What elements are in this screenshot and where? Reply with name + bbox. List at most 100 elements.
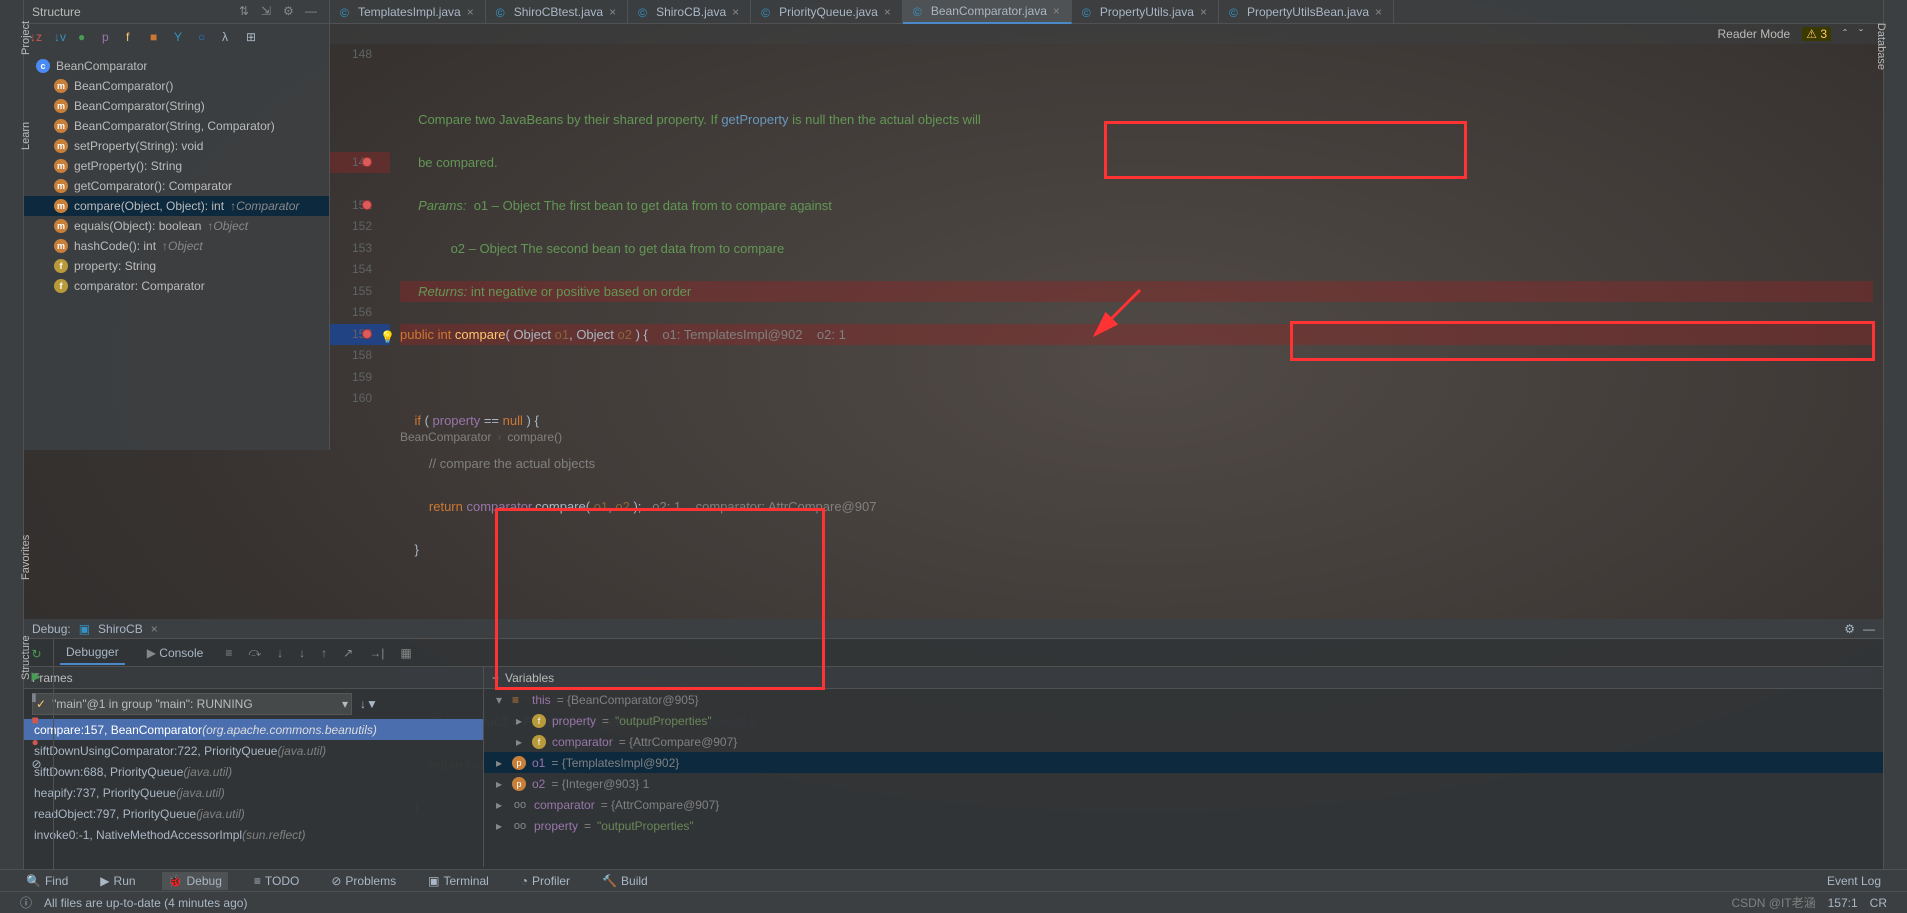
expand-icon[interactable]: ▸	[516, 735, 526, 749]
sidebar-tab-structure[interactable]: Structure	[20, 635, 32, 680]
chevron-down-icon[interactable]: ˇ	[1859, 27, 1863, 41]
autoscroll-icon[interactable]: ⊞	[246, 30, 262, 46]
sort-icon[interactable]: ↓z	[30, 30, 46, 46]
debug-tab[interactable]: 🐞 Debug	[162, 872, 228, 890]
close-icon[interactable]: ×	[467, 5, 475, 19]
structure-item[interactable]: BeanComparator(String)	[24, 96, 329, 116]
structure-item[interactable]: getProperty(): String	[24, 156, 329, 176]
sidebar-tab-database[interactable]: Database	[1875, 23, 1887, 70]
force-step-into-icon[interactable]: ↓	[299, 646, 305, 660]
resume-icon[interactable]: ▶	[32, 669, 46, 683]
expand-icon[interactable]: ▸	[496, 819, 506, 833]
structure-item[interactable]: equals(Object): boolean ↑Object	[24, 216, 329, 236]
frame-row[interactable]: siftDownUsingComparator:722, PriorityQue…	[24, 740, 483, 761]
rerun-icon[interactable]: ↻	[32, 647, 46, 661]
profiler-tab[interactable]: ◔ Profiler	[515, 872, 576, 890]
step-over-icon[interactable]: ⤼	[248, 645, 261, 660]
line-sep[interactable]: CR	[1870, 896, 1887, 910]
variable-row[interactable]: ▸ooproperty = "outputProperties"	[484, 815, 1883, 836]
evaluate-icon[interactable]: ▦	[400, 646, 411, 660]
thread-selector[interactable]: ✓"main"@1 in group "main": RUNNING▾	[32, 693, 352, 715]
variable-row[interactable]: ▾≡this = {BeanComparator@905}	[484, 689, 1883, 710]
breakpoints-icon[interactable]: ●	[32, 735, 46, 749]
pause-icon[interactable]: ‖	[32, 691, 46, 705]
show-inherited-icon[interactable]: ■	[150, 30, 166, 46]
step-out-icon[interactable]: ↑	[321, 646, 327, 660]
todo-tab[interactable]: ≡ TODO	[248, 872, 305, 890]
variable-row[interactable]: ▸fcomparator = {AttrCompare@907}	[484, 731, 1883, 752]
filter-icon[interactable]: ▼	[366, 697, 378, 711]
editor-tab[interactable]: ©ShiroCBtest.java×	[486, 0, 628, 24]
show-icon[interactable]: ●	[78, 30, 94, 46]
expand-icon[interactable]: ▸	[496, 798, 506, 812]
drop-frame-icon[interactable]: ↗	[343, 646, 353, 660]
structure-root[interactable]: BeanComparator	[24, 56, 329, 76]
collapse-all-icon[interactable]: ⇲	[261, 4, 277, 20]
frame-row[interactable]: heapify:737, PriorityQueue (java.util)	[24, 782, 483, 803]
structure-item[interactable]: property: String	[24, 256, 329, 276]
chevron-up-icon[interactable]: ˆ	[1843, 27, 1847, 41]
debug-session-name[interactable]: ShiroCB	[98, 622, 143, 636]
close-icon[interactable]: ×	[884, 5, 892, 19]
mute-bp-icon[interactable]: ⊘	[32, 757, 46, 771]
editor-tab[interactable]: ©TemplatesImpl.java×	[330, 0, 486, 24]
cursor-position[interactable]: 157:1	[1828, 896, 1858, 910]
step-into-icon[interactable]: ↓	[277, 646, 283, 660]
breakpoint-icon[interactable]	[362, 200, 372, 210]
structure-item[interactable]: comparator: Comparator	[24, 276, 329, 296]
structure-item[interactable]: compare(Object, Object): int ↑Comparator	[24, 196, 329, 216]
variable-row[interactable]: ▸fproperty = "outputProperties"	[484, 710, 1883, 731]
close-icon[interactable]: ×	[1375, 5, 1383, 19]
tab-console[interactable]: ▶ Console	[141, 642, 210, 664]
warn-count[interactable]: ⚠ 3	[1802, 27, 1831, 41]
close-icon[interactable]: ×	[1200, 5, 1208, 19]
close-icon[interactable]: ×	[1053, 4, 1061, 18]
variable-row[interactable]: ▸oocomparator = {AttrCompare@907}	[484, 794, 1883, 815]
editor-tab[interactable]: ©ShiroCB.java×	[628, 0, 751, 24]
frame-row[interactable]: readObject:797, PriorityQueue (java.util…	[24, 803, 483, 824]
breakpoint-icon[interactable]	[362, 157, 372, 167]
problems-tab[interactable]: ⊘ Problems	[325, 872, 402, 890]
show-fields-icon[interactable]: f	[126, 30, 142, 46]
event-log-tab[interactable]: Event Log	[1817, 872, 1887, 890]
close-icon[interactable]: ×	[609, 5, 617, 19]
expand-icon[interactable]: ▸	[496, 756, 506, 770]
show-anonymous-icon[interactable]: Y	[174, 30, 190, 46]
hide-icon[interactable]: —	[305, 4, 321, 20]
editor-tab[interactable]: ©PriorityQueue.java×	[751, 0, 903, 24]
build-tab[interactable]: 🔨 Build	[596, 872, 654, 890]
frame-row[interactable]: invoke0:-1, NativeMethodAccessorImpl (su…	[24, 824, 483, 845]
frame-row[interactable]: compare:157, BeanComparator (org.apache.…	[24, 719, 483, 740]
reader-mode-label[interactable]: Reader Mode	[1718, 27, 1791, 41]
stop-icon[interactable]: ■	[32, 713, 46, 727]
breadcrumb[interactable]: BeanComparator›compare()	[400, 430, 562, 444]
info-icon[interactable]: ⓘ	[20, 894, 32, 911]
gear-icon[interactable]: ⚙	[1844, 622, 1855, 636]
sidebar-tab-learn[interactable]: Learn	[20, 122, 32, 150]
expand-icon[interactable]: ▸	[496, 777, 506, 791]
breakpoint-icon[interactable]	[362, 329, 372, 339]
show-properties-icon[interactable]: p	[102, 30, 118, 46]
gear-icon[interactable]: ⚙	[283, 4, 299, 20]
frame-row[interactable]: siftDown:688, PriorityQueue (java.util)	[24, 761, 483, 782]
close-icon[interactable]: ×	[151, 622, 158, 636]
expand-icon[interactable]: ▾	[496, 693, 506, 707]
run-tab[interactable]: ▶ Run	[94, 872, 141, 890]
structure-item[interactable]: hashCode(): int ↑Object	[24, 236, 329, 256]
editor-tab[interactable]: ©PropertyUtils.java×	[1072, 0, 1219, 24]
editor-tab[interactable]: ©PropertyUtilsBean.java×	[1219, 0, 1394, 24]
expand-icon[interactable]: ▸	[516, 714, 526, 728]
sidebar-tab-favorites[interactable]: Favorites	[20, 535, 32, 580]
find-tab[interactable]: 🔍 Find	[20, 872, 74, 890]
variable-row[interactable]: ▸po1 = {TemplatesImpl@902}	[484, 752, 1883, 773]
structure-item[interactable]: BeanComparator()	[24, 76, 329, 96]
step-icon[interactable]: ≡	[225, 646, 232, 660]
close-icon[interactable]: ×	[732, 5, 740, 19]
show-lambda-icon[interactable]: ○	[198, 30, 214, 46]
expand-all-icon[interactable]: ⇅	[239, 4, 255, 20]
add-watch-icon[interactable]: +	[492, 671, 499, 685]
lambda-icon[interactable]: λ	[222, 30, 238, 46]
editor-tab[interactable]: ©BeanComparator.java×	[903, 0, 1072, 24]
tab-debugger[interactable]: Debugger	[60, 641, 125, 665]
structure-item[interactable]: BeanComparator(String, Comparator)	[24, 116, 329, 136]
